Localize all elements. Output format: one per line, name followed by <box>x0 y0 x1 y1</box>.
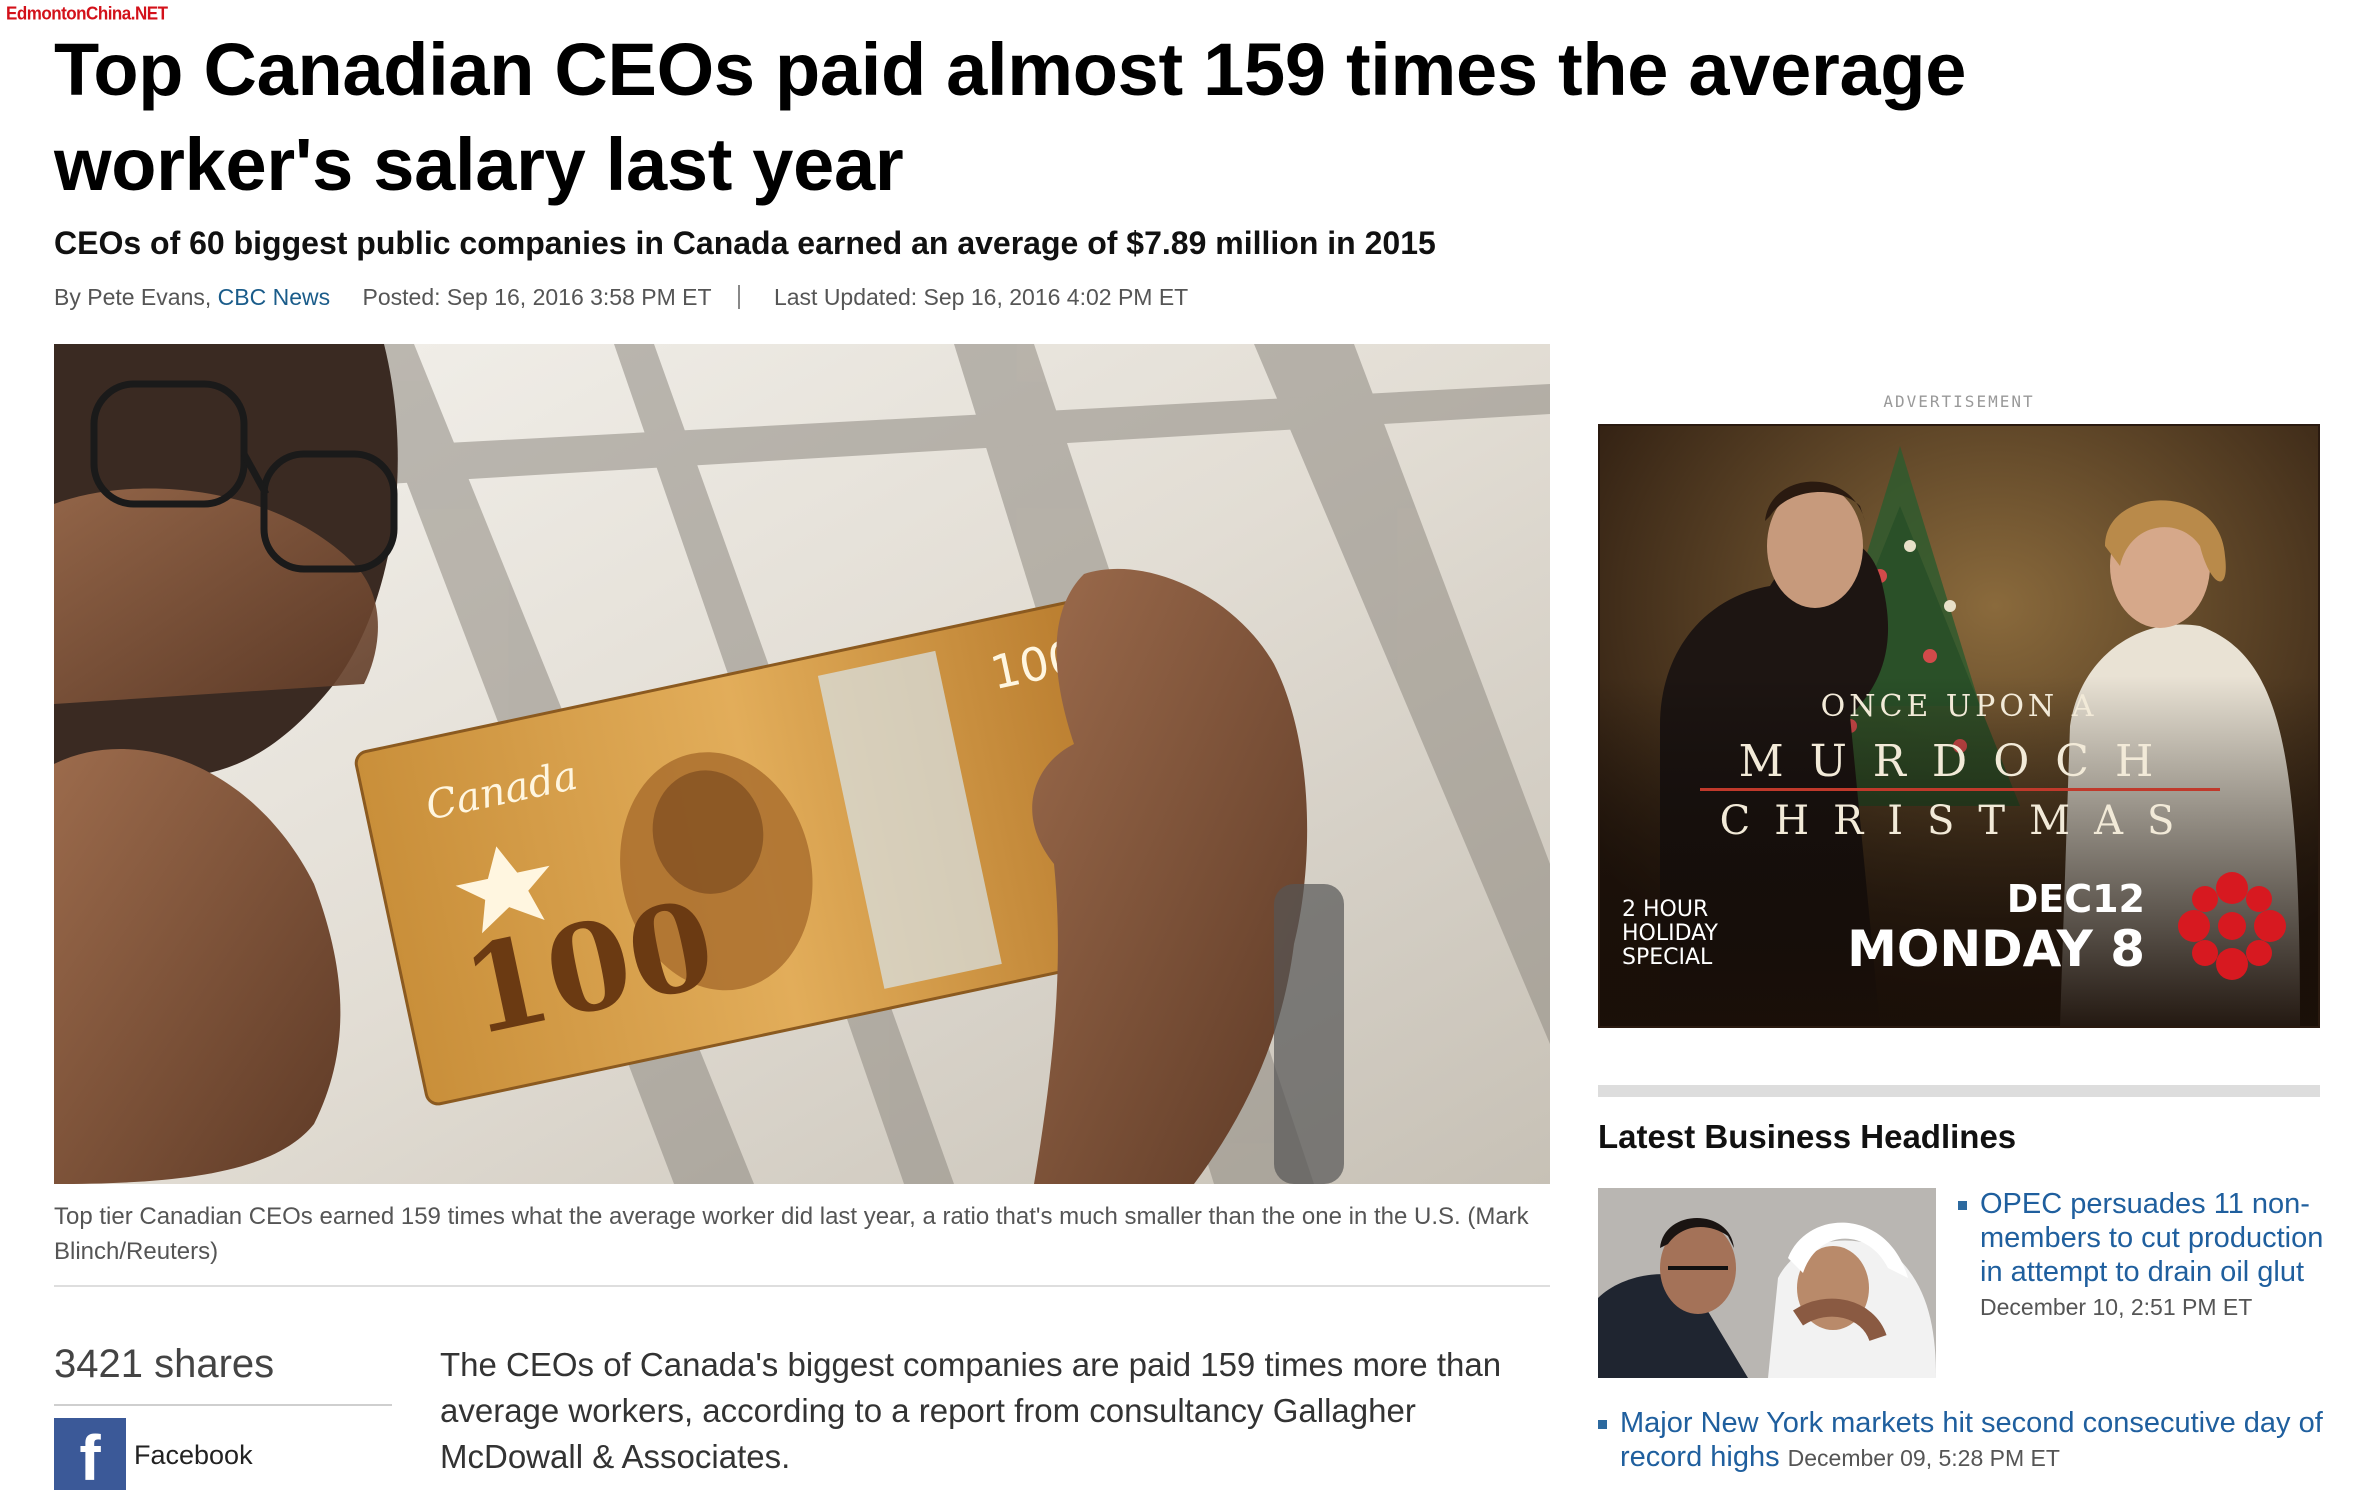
ad-date: DEC12 <box>2007 877 2145 921</box>
article-subtitle: CEOs of 60 biggest public companies in C… <box>54 225 1436 261</box>
headline-item[interactable]: OPEC persuades 11 non-members to cut pro… <box>1958 1187 2328 1324</box>
article-title: Top Canadian CEOs paid almost 159 times … <box>54 28 1967 206</box>
headline-thumbnail[interactable] <box>1598 1188 1936 1378</box>
byline-author: By Pete Evans, <box>54 284 212 310</box>
headline-date: December 09, 5:28 PM ET <box>1787 1445 2060 1471</box>
posted-timestamp: Posted: Sep 16, 2016 3:58 PM ET <box>362 284 712 310</box>
headline-date: December 10, 2:51 PM ET <box>1980 1294 2253 1320</box>
advertisement-banner[interactable]: ONCE UPON A MURDOCH CHRISTMAS 2 HOUR HOL… <box>1598 424 2320 1028</box>
ad-special-line-3: SPECIAL <box>1622 945 1713 970</box>
byline-source-link[interactable]: CBC News <box>218 284 330 310</box>
sidebar-title: Latest Business Headlines <box>1598 1118 2017 1155</box>
bullet-icon <box>1598 1420 1607 1429</box>
facebook-share-button[interactable]: f <box>54 1418 126 1490</box>
shares-count: 3421 shares <box>54 1342 275 1386</box>
updated-timestamp: Last Updated: Sep 16, 2016 4:02 PM ET <box>773 284 1189 310</box>
advertisement-label: ADVERTISEMENT <box>1883 392 2035 411</box>
ad-special-line-2: HOLIDAY <box>1622 921 1719 946</box>
facebook-share-label[interactable]: Facebook <box>134 1440 253 1471</box>
ad-day-time: MONDAY 8 <box>1847 920 2145 978</box>
article-body-paragraph: The CEOs of Canada's biggest companies a… <box>440 1346 1502 1475</box>
bullet-icon <box>1958 1201 1967 1210</box>
shares-divider <box>54 1404 392 1406</box>
ad-line-once-upon: ONCE UPON A <box>1821 689 2098 724</box>
headline-link[interactable]: OPEC persuades 11 non-members to cut pro… <box>1980 1188 2323 1288</box>
facebook-icon: f <box>79 1422 101 1494</box>
ad-line-murdoch: MURDOCH <box>1739 736 2180 787</box>
caption-divider <box>54 1285 1550 1287</box>
photo-caption: Top tier Canadian CEOs earned 159 times … <box>54 1203 1529 1265</box>
byline-divider <box>737 285 740 309</box>
ad-special-line-1: 2 HOUR <box>1622 897 1708 922</box>
headline-item[interactable]: Major New York markets hit second consec… <box>1598 1406 2338 1475</box>
byline: By Pete Evans, CBC News Posted: Sep 16, … <box>54 284 1188 311</box>
ad-line-christmas: CHRISTMAS <box>1720 798 2199 844</box>
sidebar-divider <box>1598 1085 2320 1097</box>
article-photo: 100 Canada 100 <box>54 344 1550 1184</box>
